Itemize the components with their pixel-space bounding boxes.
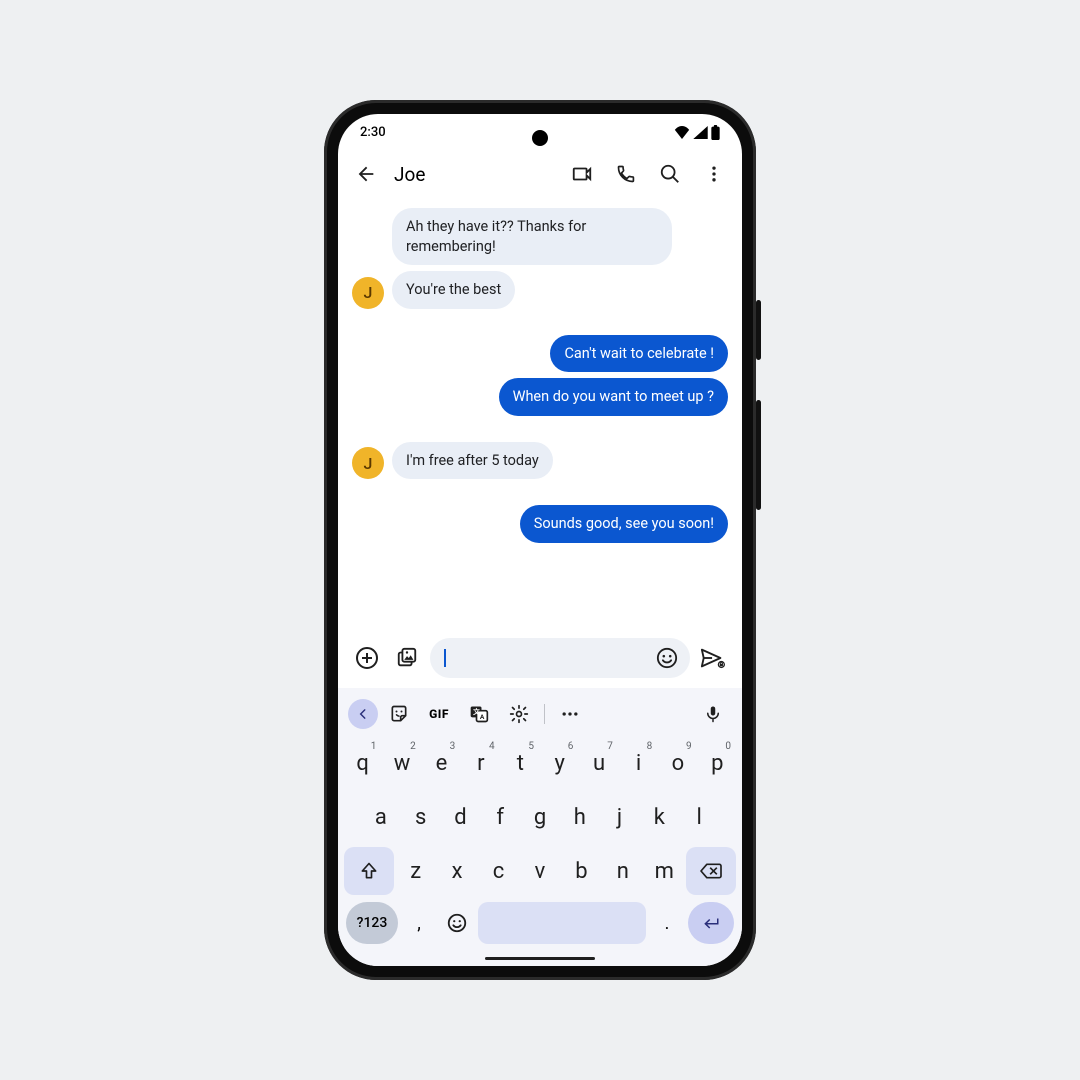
incoming-message[interactable]: I'm free after 5 today xyxy=(392,442,553,480)
message-row: Can't wait to celebrate ! xyxy=(352,335,728,373)
message-row: Sounds good, see you soon! xyxy=(352,505,728,543)
key-y[interactable]: y6 xyxy=(541,739,578,787)
clock: 2:30 xyxy=(360,125,386,140)
gif-button[interactable]: GIF xyxy=(420,698,458,730)
keyboard-row-1: q1w2e3r4t5y6u7i8o9p0 xyxy=(342,736,738,790)
gallery-button[interactable] xyxy=(390,641,424,675)
gesture-bar[interactable] xyxy=(485,957,595,961)
spacebar-key[interactable] xyxy=(478,902,646,944)
shift-key[interactable] xyxy=(344,847,394,895)
contact-avatar[interactable]: J xyxy=(352,277,384,309)
key-z[interactable]: z xyxy=(396,847,435,895)
numeric-mode-key[interactable]: ?123 xyxy=(346,902,398,944)
send-button[interactable] xyxy=(696,641,730,675)
key-e[interactable]: e3 xyxy=(423,739,460,787)
message-composer xyxy=(338,632,742,688)
battery-icon xyxy=(711,125,720,140)
video-call-button[interactable] xyxy=(562,154,602,194)
enter-key[interactable] xyxy=(688,902,734,944)
key-d[interactable]: d xyxy=(442,793,480,841)
key-j[interactable]: j xyxy=(601,793,639,841)
key-o[interactable]: o9 xyxy=(659,739,696,787)
text-cursor xyxy=(444,649,446,667)
power-button xyxy=(756,300,761,360)
key-a[interactable]: a xyxy=(362,793,400,841)
voice-input-button[interactable] xyxy=(694,698,732,730)
outgoing-message[interactable]: Can't wait to celebrate ! xyxy=(550,335,728,373)
key-t[interactable]: t5 xyxy=(502,739,539,787)
keyboard-row-3: zxcvbnm xyxy=(342,844,738,898)
message-row: JYou're the best xyxy=(352,271,728,309)
key-n[interactable]: n xyxy=(603,847,642,895)
keyboard-row-2: asdfghjkl xyxy=(342,790,738,844)
screen: 2:30 Joe xyxy=(338,114,742,966)
key-x[interactable]: x xyxy=(437,847,476,895)
app-bar: Joe xyxy=(338,150,742,198)
incoming-message[interactable]: You're the best xyxy=(392,271,515,309)
key-w[interactable]: w2 xyxy=(383,739,420,787)
key-p[interactable]: p0 xyxy=(699,739,736,787)
key-k[interactable]: k xyxy=(640,793,678,841)
message-row: JI'm free after 5 today xyxy=(352,442,728,480)
key-s[interactable]: s xyxy=(402,793,440,841)
conversation-thread[interactable]: JAh they have it?? Thanks for rememberin… xyxy=(338,198,742,632)
contact-name[interactable]: Joe xyxy=(394,163,558,186)
svg-text:A: A xyxy=(480,713,485,721)
more-button[interactable] xyxy=(551,698,589,730)
key-i[interactable]: i8 xyxy=(620,739,657,787)
key-b[interactable]: b xyxy=(562,847,601,895)
key-f[interactable]: f xyxy=(481,793,519,841)
divider xyxy=(544,704,545,724)
virtual-keyboard: GIF 文A q1w2e3r4t5y6u7i8o9p0 asdfghjkl xyxy=(338,688,742,966)
message-row: JAh they have it?? Thanks for rememberin… xyxy=(352,208,728,265)
key-c[interactable]: c xyxy=(479,847,518,895)
key-q[interactable]: q1 xyxy=(344,739,381,787)
period-key[interactable]: . xyxy=(650,902,684,944)
wifi-icon xyxy=(674,126,690,139)
translate-button[interactable]: 文A xyxy=(460,698,498,730)
key-v[interactable]: v xyxy=(520,847,559,895)
back-button[interactable] xyxy=(346,154,386,194)
phone-frame: 2:30 Joe xyxy=(324,100,756,980)
keyboard-toolbar: GIF 文A xyxy=(342,692,738,736)
key-u[interactable]: u7 xyxy=(580,739,617,787)
key-m[interactable]: m xyxy=(645,847,684,895)
message-row: When do you want to meet up ? xyxy=(352,378,728,416)
search-button[interactable] xyxy=(650,154,690,194)
volume-button xyxy=(756,400,761,510)
backspace-key[interactable] xyxy=(686,847,736,895)
incoming-message[interactable]: Ah they have it?? Thanks for remembering… xyxy=(392,208,672,265)
signal-icon xyxy=(693,126,708,139)
key-r[interactable]: r4 xyxy=(462,739,499,787)
emoji-key[interactable] xyxy=(440,902,474,944)
key-h[interactable]: h xyxy=(561,793,599,841)
front-camera xyxy=(532,130,548,146)
add-attachment-button[interactable] xyxy=(350,641,384,675)
keyboard-row-4: ?123 , . xyxy=(342,898,738,948)
settings-button[interactable] xyxy=(500,698,538,730)
message-input[interactable] xyxy=(430,638,690,678)
contact-avatar[interactable]: J xyxy=(352,447,384,479)
overflow-menu-button[interactable] xyxy=(694,154,734,194)
emoji-button[interactable] xyxy=(652,641,682,675)
key-l[interactable]: l xyxy=(680,793,718,841)
voice-call-button[interactable] xyxy=(606,154,646,194)
sticker-button[interactable] xyxy=(380,698,418,730)
outgoing-message[interactable]: When do you want to meet up ? xyxy=(499,378,728,416)
keyboard-collapse-button[interactable] xyxy=(348,699,378,729)
comma-key[interactable]: , xyxy=(402,902,436,944)
outgoing-message[interactable]: Sounds good, see you soon! xyxy=(520,505,728,543)
key-g[interactable]: g xyxy=(521,793,559,841)
